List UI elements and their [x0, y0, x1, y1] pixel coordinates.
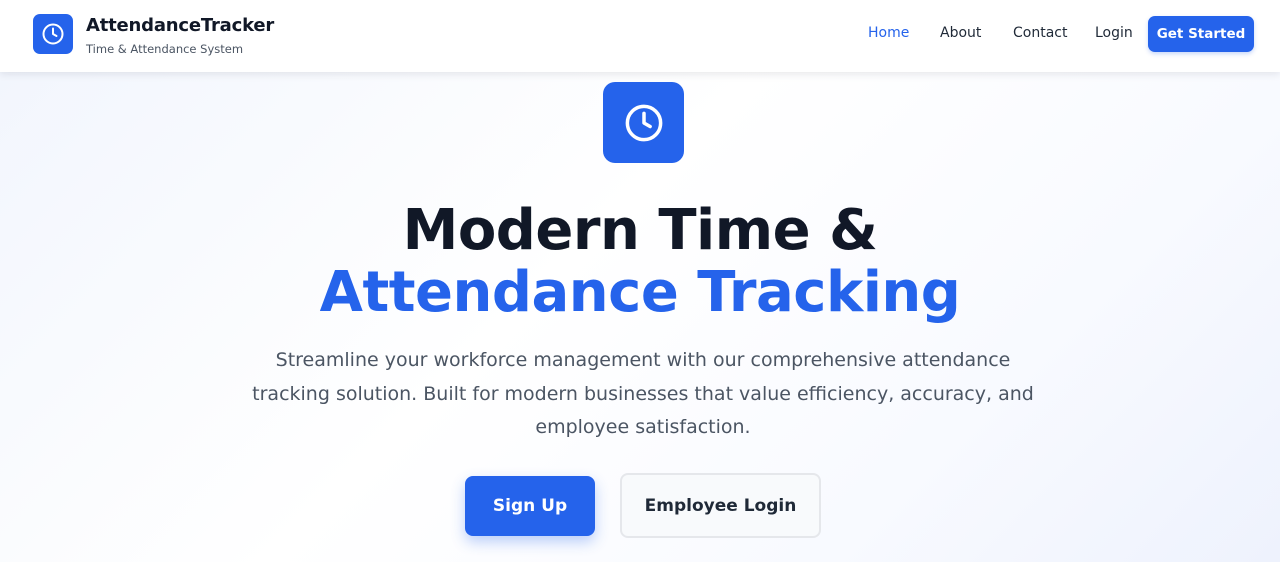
brand-subtitle: Time & Attendance System — [86, 42, 244, 56]
nav-link-about[interactable]: About — [940, 25, 981, 41]
hero-icon-tile — [603, 82, 684, 163]
sign-up-button[interactable]: Sign Up — [465, 476, 595, 536]
hero-title-line-2: Attendance Tracking — [319, 260, 961, 325]
landing-page: AttendanceTracker Time & Attendance Syst… — [0, 0, 1280, 562]
brand-title[interactable]: AttendanceTracker — [86, 15, 274, 36]
nav-link-contact[interactable]: Contact — [1013, 25, 1067, 41]
brand-logo[interactable] — [33, 14, 73, 54]
clock-icon — [625, 104, 662, 141]
nav-link-login[interactable]: Login — [1095, 25, 1133, 41]
get-started-button[interactable]: Get Started — [1148, 16, 1254, 52]
employee-login-button[interactable]: Employee Login — [620, 473, 821, 538]
top-navbar: AttendanceTracker Time & Attendance Syst… — [0, 0, 1280, 72]
nav-link-home[interactable]: Home — [868, 25, 909, 41]
hero-description: Streamline your workforce management wit… — [252, 349, 1034, 438]
hero-title-line-1: Modern Time & — [402, 198, 878, 263]
clock-icon — [42, 23, 64, 45]
